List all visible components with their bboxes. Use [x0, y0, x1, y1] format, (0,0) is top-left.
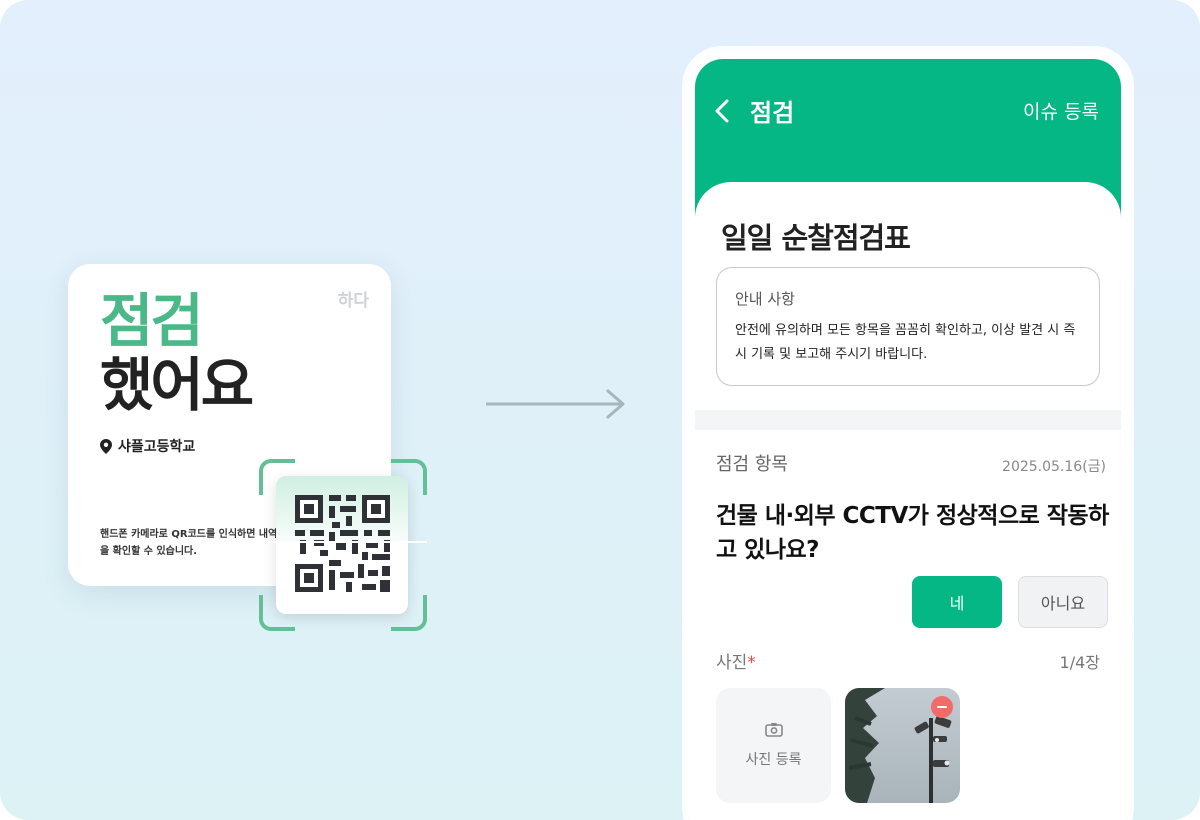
- notice-body: 안전에 유의하며 모든 항목을 꼼꼼히 확인하고, 이상 발견 시 즉시 기록 …: [735, 323, 1076, 362]
- brand-logo: 하다: [337, 291, 369, 311]
- no-button[interactable]: 아니요: [1018, 576, 1108, 628]
- background-canvas: 하다 점검 했어요 샤플고등학교 핸드폰 카메라로 QR코드를 인식하면 내역을…: [0, 0, 1200, 820]
- issue-register-button[interactable]: 이슈 등록: [1023, 97, 1099, 124]
- card-description: 핸드폰 카메라로 QR코드를 인식하면 내역을 확인할 수 있습니다.: [100, 529, 278, 557]
- chevron-left-icon[interactable]: [715, 99, 729, 123]
- notice-box: 안내 사항 안전에 유의하며 모든 항목을 꼼꼼히 확인하고, 이상 발견 시 …: [716, 267, 1100, 386]
- section-label: 점검 항목: [716, 454, 788, 475]
- card-title-line1: 점검: [100, 287, 204, 355]
- card-title-line2: 했어요: [100, 351, 254, 419]
- scan-line: [259, 541, 427, 543]
- phone-mockup: 점검 이슈 등록 일일 순찰점검표 안내 사항 안전에 유의하며 모든 항목을 …: [688, 52, 1128, 820]
- add-photo-button[interactable]: 사진 등록: [716, 688, 831, 803]
- location-row: 샤플고등학교: [100, 436, 195, 456]
- photo-label: 사진*: [716, 648, 756, 673]
- add-photo-label: 사진 등록: [745, 752, 802, 768]
- notice-title: 안내 사항: [735, 290, 795, 308]
- inspection-question: 건물 내·외부 CCTV가 정상적으로 작동하고 있나요?: [716, 503, 1109, 563]
- yes-button[interactable]: 네: [912, 576, 1002, 628]
- location-name: 샤플고등학교: [118, 439, 196, 455]
- section-divider: [695, 410, 1121, 430]
- photo-label-text: 사진: [716, 653, 748, 673]
- inspection-date: 2025.05.16(금): [1002, 459, 1106, 475]
- required-mark: *: [747, 653, 756, 673]
- location-pin-icon: [100, 438, 112, 454]
- remove-photo-icon[interactable]: [931, 696, 953, 718]
- camera-icon: [764, 723, 783, 737]
- arrow-right-icon: [486, 389, 625, 419]
- photo-count: 1/4장: [1059, 653, 1100, 672]
- qr-scan-frame: [259, 459, 427, 631]
- page-title: 점검: [750, 99, 795, 127]
- form-title: 일일 순찰점검표: [721, 221, 911, 255]
